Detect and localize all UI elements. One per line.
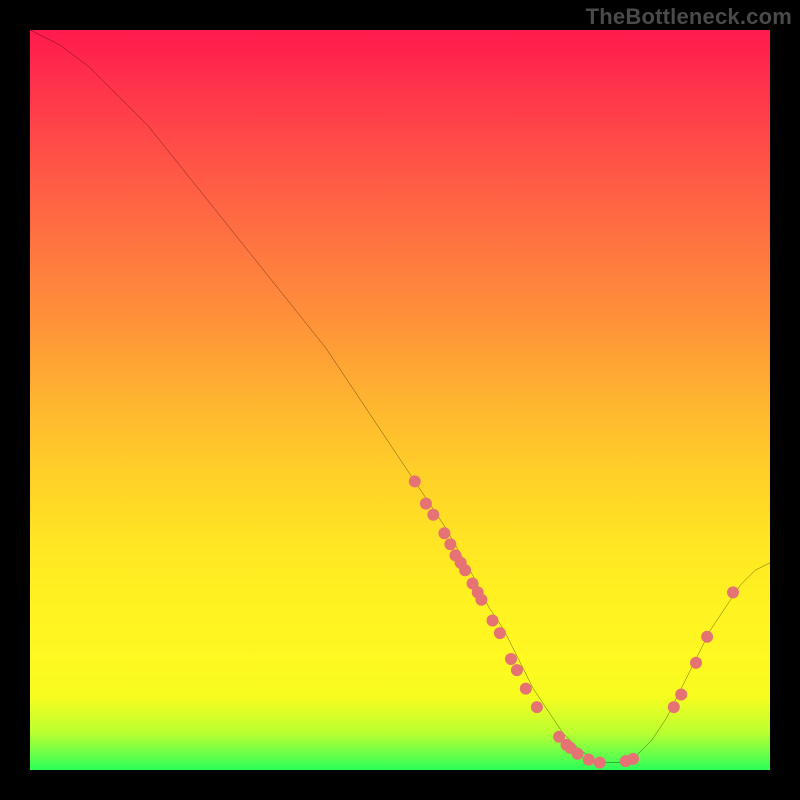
data-marker	[494, 627, 506, 639]
plot-area	[30, 30, 770, 770]
data-marker	[420, 498, 432, 510]
data-marker	[594, 757, 606, 769]
chart-stage: TheBottleneck.com	[0, 0, 800, 800]
data-marker	[438, 527, 450, 539]
data-marker	[668, 701, 680, 713]
data-marker	[701, 631, 713, 643]
data-marker	[690, 657, 702, 669]
curve-svg	[30, 30, 770, 770]
data-marker	[520, 683, 532, 695]
data-marker	[627, 753, 639, 765]
data-marker	[459, 564, 471, 576]
data-marker	[572, 748, 584, 760]
data-marker	[475, 594, 487, 606]
data-marker	[727, 586, 739, 598]
data-marker	[444, 538, 456, 550]
data-marker	[505, 653, 517, 665]
data-marker	[531, 701, 543, 713]
data-marker	[409, 475, 421, 487]
data-marker	[487, 615, 499, 627]
data-marker	[511, 664, 523, 676]
watermark-text: TheBottleneck.com	[586, 4, 792, 30]
data-marker	[427, 509, 439, 521]
data-marker	[675, 689, 687, 701]
marker-layer	[409, 475, 739, 768]
data-marker	[583, 754, 595, 766]
bottleneck-curve	[30, 30, 770, 763]
